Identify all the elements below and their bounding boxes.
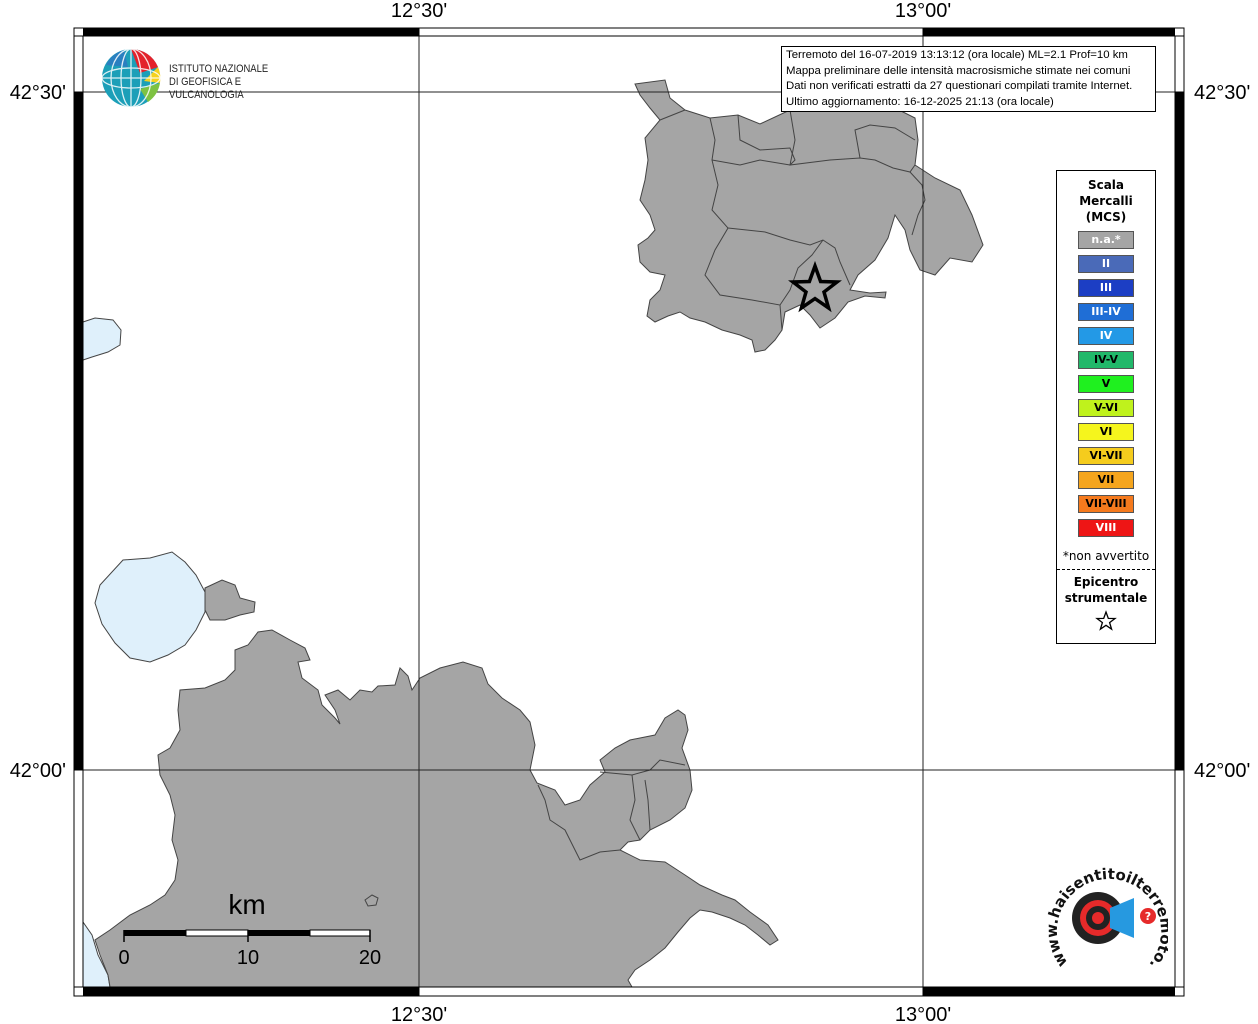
- ingv-logo: ISTITUTO NAZIONALE DI GEOFISICA E VULCAN…: [100, 47, 320, 111]
- legend-item: III: [1078, 279, 1134, 297]
- legend-title-line2: Mercalli: [1079, 194, 1133, 208]
- scale-bar-unit: km: [228, 889, 265, 920]
- legend-item: IV-V: [1078, 351, 1134, 369]
- event-info-line3: Dati non verificati estratti da 27 quest…: [786, 80, 1133, 92]
- event-info-box: Terremoto del 16-07-2019 13:13:12 (ora l…: [781, 46, 1156, 112]
- legend-epicenter-label: Epicentro strumentale: [1057, 574, 1155, 606]
- legend-epicenter-line2: strumentale: [1064, 591, 1148, 605]
- scale-bar-label-0: 0: [118, 947, 129, 969]
- legend-title: Scala Mercalli (MCS): [1057, 177, 1155, 225]
- hsit-help-mark: ?: [1145, 910, 1151, 923]
- ingv-name: ISTITUTO NAZIONALE DI GEOFISICA E VULCAN…: [169, 63, 299, 102]
- legend-item: VI-VII: [1078, 447, 1134, 465]
- lon-label-top-1300: 13°00': [895, 0, 951, 22]
- lon-label-bottom-1230: 12°30': [391, 1004, 447, 1024]
- legend-divider: [1057, 569, 1155, 570]
- legend-star-icon: [1057, 610, 1155, 636]
- lat-label-right-4200: 42°00': [1194, 760, 1250, 782]
- event-info-line4: Ultimo aggiornamento: 16-12-2025 21:13 (…: [786, 95, 1054, 108]
- ingv-name-line1: ISTITUTO NAZIONALE: [169, 63, 269, 75]
- scale-bar-label-20: 20: [359, 947, 381, 969]
- legend-item: III-IV: [1078, 303, 1134, 321]
- legend-item: VII-VIII: [1078, 495, 1134, 513]
- legend-item: VII: [1078, 471, 1134, 489]
- event-info-line2: Mappa preliminare delle intensità macros…: [786, 64, 1131, 77]
- legend-items: n.a.* II III III-IV IV IV-V V V-VI VI VI-VII VII VI…: [1057, 231, 1155, 537]
- scale-bar-label-10: 10: [237, 947, 259, 969]
- legend-item: n.a.*: [1078, 231, 1134, 249]
- legend-note: *non avvertito: [1062, 549, 1150, 563]
- lat-label-left-4200: 42°00': [10, 760, 66, 782]
- hsit-logo: ? www.haisentitoilterremoto.it: [1034, 844, 1175, 978]
- legend-item: V: [1078, 375, 1134, 393]
- legend-item: VI: [1078, 423, 1134, 441]
- legend-item: VIII: [1078, 519, 1134, 537]
- ingv-name-line2: DI GEOFISICA E VULCANOLOGIA: [169, 76, 244, 101]
- lat-label-left-4230: 42°30': [10, 82, 66, 104]
- legend-title-line1: Scala: [1087, 178, 1125, 192]
- legend-item: IV: [1078, 327, 1134, 345]
- ingv-globe-icon: [101, 48, 161, 108]
- legend-item: V-VI: [1078, 399, 1134, 417]
- legend-epicenter-line1: Epicentro: [1073, 575, 1139, 589]
- event-info-line1: Terremoto del 16-07-2019 13:13:12 (ora l…: [786, 49, 1128, 61]
- mcs-legend: Scala Mercalli (MCS) n.a.* II III III-IV IV I…: [1056, 170, 1156, 644]
- legend-title-line3: (MCS): [1085, 210, 1127, 224]
- lon-label-bottom-1300: 13°00': [895, 1004, 951, 1024]
- lon-label-top-1230: 12°30': [391, 0, 447, 22]
- legend-item: II: [1078, 255, 1134, 273]
- lat-label-right-4230: 42°30': [1194, 82, 1250, 104]
